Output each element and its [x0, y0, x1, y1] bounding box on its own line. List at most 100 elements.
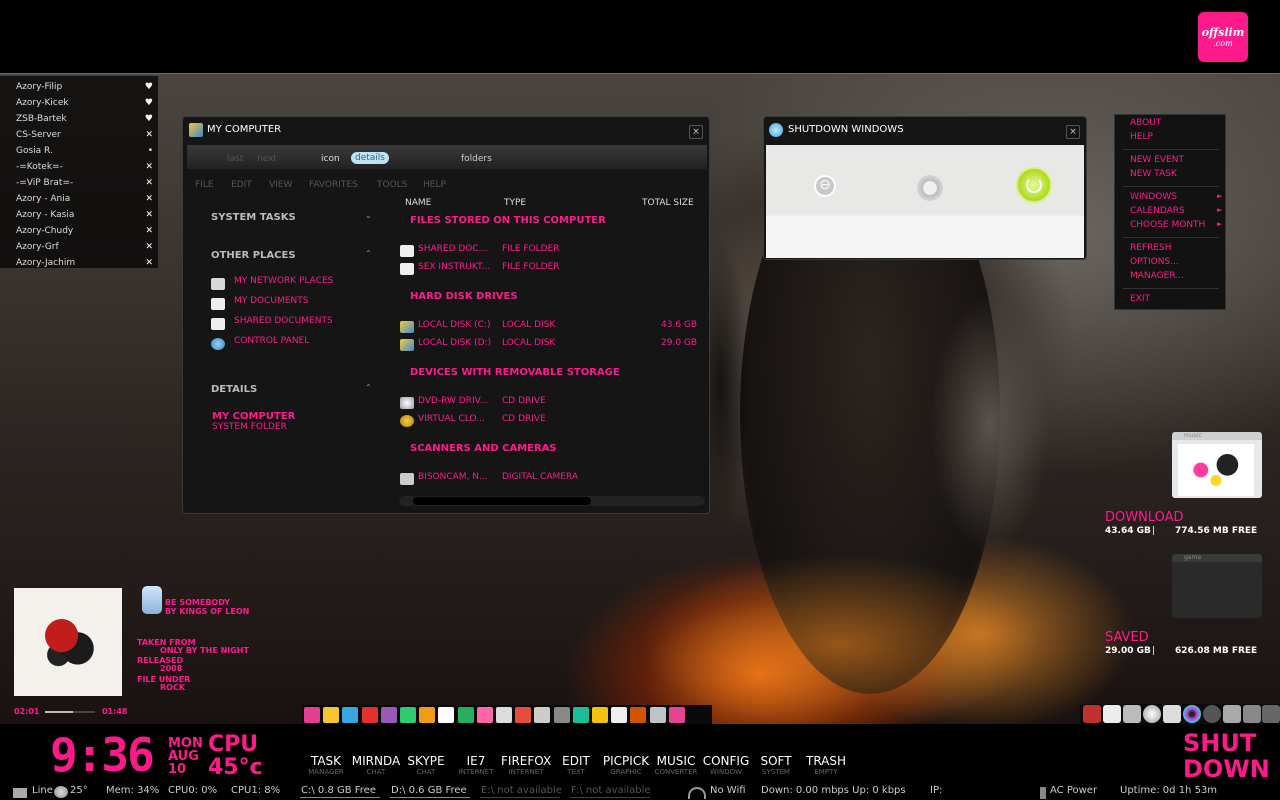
music-folder-icon[interactable]: music — [1172, 432, 1262, 498]
system-tasks-heading[interactable]: SYSTEM TASKS — [211, 212, 296, 223]
menu-help[interactable]: HELP — [423, 180, 446, 190]
view-icon-button[interactable]: icon — [321, 154, 340, 164]
file-row-name[interactable]: LOCAL DISK (D:) — [418, 338, 491, 348]
buddy-item[interactable]: Azory - Kasia ✕ — [16, 210, 156, 220]
taskbar-launcher-music[interactable]: MUSIC CONVERTER — [651, 752, 701, 778]
menu-item-windows[interactable]: WINDOWS ► — [1130, 192, 1222, 202]
link-shared-documents[interactable]: SHARED DOCUMENTS — [234, 316, 333, 326]
taskbar-launcher-picpick[interactable]: PICPICK GRAPHIC — [601, 752, 651, 778]
menu-item-options[interactable]: OPTIONS... — [1130, 257, 1179, 267]
dock-app-icon[interactable] — [572, 707, 589, 723]
menu-file[interactable]: FILE — [195, 180, 214, 190]
menu-tools[interactable]: TOOLS — [377, 180, 407, 190]
link-control-panel[interactable]: CONTROL PANEL — [234, 336, 309, 346]
printer-icon[interactable] — [1223, 705, 1241, 723]
dock-app-icon[interactable] — [438, 707, 455, 723]
close-button[interactable]: × — [689, 125, 703, 139]
mail-icon[interactable] — [13, 788, 27, 798]
keyboard-icon[interactable] — [1163, 705, 1181, 723]
dock-app-icon[interactable] — [515, 707, 532, 723]
taskbar-launcher-task[interactable]: TASK MANAGER — [301, 752, 351, 778]
dock-app-icon[interactable] — [534, 707, 551, 723]
file-row-type[interactable]: FILE FOLDER — [502, 262, 560, 272]
menu-item-new-event[interactable]: NEW EVENT — [1130, 155, 1184, 165]
dock-app-icon[interactable] — [553, 707, 570, 723]
file-row-type[interactable]: CD DRIVE — [502, 414, 546, 424]
trash-icon[interactable] — [1243, 705, 1261, 723]
dock-app-icon[interactable] — [649, 707, 666, 723]
buddy-item[interactable]: Gosia R. • — [16, 146, 156, 156]
file-row-name[interactable]: LOCAL DISK (C:) — [418, 320, 491, 330]
buddy-item[interactable]: -=ViP Brat=- ✕ — [16, 178, 156, 188]
dock-app-icon[interactable] — [630, 707, 647, 723]
dock-app-icon[interactable] — [592, 707, 608, 723]
document-icon[interactable] — [1103, 705, 1121, 723]
game-folder-icon[interactable]: game — [1172, 554, 1262, 618]
file-row-type[interactable]: DIGITAL CAMERA — [502, 472, 578, 482]
file-row-name[interactable]: SHARED DOC... — [418, 244, 487, 254]
taskbar-launcher-ie7[interactable]: IE7 INTERNET — [451, 752, 501, 778]
buddy-item[interactable]: Azory - Ania ✕ — [16, 194, 156, 204]
dock-app-icon[interactable] — [611, 707, 628, 723]
buddy-item[interactable]: Azory-Chudy ✕ — [16, 226, 156, 236]
track-progress-bar[interactable] — [45, 711, 95, 713]
buddy-item[interactable]: ZSB-Bartek ♥ — [16, 114, 156, 124]
taskbar-launcher-soft[interactable]: SOFT SYSTEM — [751, 752, 801, 778]
dock-app-icon[interactable] — [668, 707, 685, 723]
buddy-item[interactable]: CS-Server ✕ — [16, 130, 156, 140]
file-row-name[interactable]: SEX INSTRUKT... — [418, 262, 490, 272]
dock-app-icon[interactable] — [496, 707, 512, 723]
menu-item-new-task[interactable]: NEW TASK — [1130, 169, 1177, 179]
expand-icon[interactable]: ⌃ — [365, 383, 372, 392]
menu-item-manager[interactable]: MANAGER... — [1130, 271, 1184, 281]
file-row-type[interactable]: CD DRIVE — [502, 396, 546, 406]
cd-icon[interactable] — [1183, 705, 1201, 723]
menu-item-calendars[interactable]: CALENDARS ► — [1130, 206, 1222, 216]
buddy-item[interactable]: Azory-Jachim ✕ — [16, 258, 156, 268]
file-row-type[interactable]: LOCAL DISK — [502, 320, 555, 330]
column-size[interactable]: TOTAL SIZE — [642, 198, 694, 208]
menu-item-help[interactable]: HELP — [1130, 132, 1153, 142]
dock-app-icon[interactable] — [400, 707, 416, 723]
file-row-type[interactable]: FILE FOLDER — [502, 244, 560, 254]
dock-app-icon[interactable] — [361, 707, 378, 723]
close-button[interactable]: × — [1066, 125, 1080, 139]
taskbar-launcher-firefox[interactable]: FIREFOX INTERNET — [501, 752, 551, 778]
taskbar-launcher-edit[interactable]: EDIT TEXT — [551, 752, 601, 778]
column-name[interactable]: NAME — [405, 198, 431, 208]
details-heading[interactable]: DETAILS — [211, 384, 257, 395]
nav-forward-button[interactable]: next — [257, 154, 277, 164]
buddy-item[interactable]: -=Kotek=- ✕ — [16, 162, 156, 172]
nav-back-button[interactable]: last — [227, 154, 243, 164]
menu-item-exit[interactable]: EXIT — [1130, 294, 1150, 304]
file-row-name[interactable]: VIRTUAL CLO... — [418, 414, 485, 424]
expand-icon[interactable]: ⌃ — [365, 249, 372, 258]
dock-app-icon[interactable] — [457, 707, 474, 723]
dock-app-icon[interactable] — [476, 707, 493, 723]
buddy-item[interactable]: Azory-Grf ✕ — [16, 242, 156, 252]
tools-icon[interactable] — [1123, 705, 1141, 723]
buddy-item[interactable]: Azory-Kicek ♥ — [16, 98, 156, 108]
file-row-name[interactable]: DVD-RW DRIV... — [418, 396, 488, 406]
file-row-name[interactable]: BISONCAM, N... — [418, 472, 488, 482]
other-places-heading[interactable]: OTHER PLACES — [211, 250, 296, 261]
menu-edit[interactable]: EDIT — [231, 180, 252, 190]
folders-button[interactable]: folders — [461, 154, 492, 164]
column-type[interactable]: TYPE — [504, 198, 526, 208]
link-my-network-places[interactable]: MY NETWORK PLACES — [234, 276, 333, 286]
dock-app-icon[interactable] — [380, 707, 397, 723]
logoff-button[interactable]: ⊖ — [814, 175, 836, 197]
menu-item-refresh[interactable]: REFRESH — [1130, 243, 1172, 253]
taskbar-launcher-mirnda[interactable]: MIRNDA CHAT — [351, 752, 401, 778]
menu-item-choose-month[interactable]: CHOOSE MONTH ► — [1130, 220, 1222, 230]
thumbs-up-icon[interactable] — [142, 586, 162, 614]
menu-item-about[interactable]: ABOUT — [1130, 118, 1161, 128]
dock-app-icon[interactable] — [419, 707, 436, 723]
settings-icon[interactable] — [1143, 705, 1161, 723]
link-my-documents[interactable]: MY DOCUMENTS — [234, 296, 308, 306]
taskbar-launcher-config[interactable]: CONFIG WINDOW — [701, 752, 751, 778]
menu-favorites[interactable]: FAVORITES — [309, 180, 358, 190]
scrollbar-thumb[interactable] — [413, 497, 591, 505]
dock-app-icon[interactable] — [304, 707, 320, 723]
speed-icon[interactable] — [1203, 705, 1221, 723]
